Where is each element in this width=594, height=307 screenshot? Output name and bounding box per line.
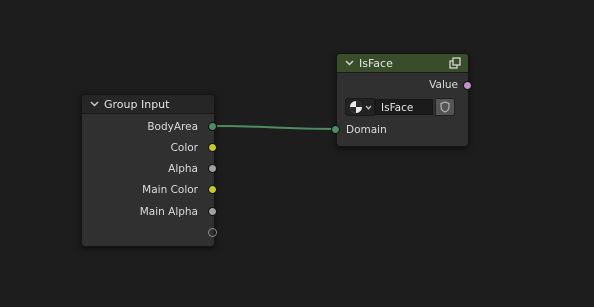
float-socket[interactable] — [208, 164, 217, 173]
output-label-main-alpha: Main Alpha — [139, 206, 198, 218]
output-label-bodyarea: BodyArea — [147, 121, 198, 133]
geometry-socket[interactable] — [331, 125, 340, 134]
string-socket[interactable] — [463, 81, 472, 90]
output-label-main-color: Main Color — [142, 184, 198, 196]
isface-node[interactable]: IsFace Value IsFace Domain — [336, 53, 469, 147]
node-group-icon[interactable] — [448, 56, 462, 70]
output-label-value: Value — [429, 79, 458, 91]
link-bodyarea-to-domain[interactable] — [212, 125, 336, 130]
group-input-node[interactable]: Group Input BodyArea Color Alpha Main Co… — [81, 94, 215, 247]
color-socket[interactable] — [208, 185, 217, 194]
attribute-name-field[interactable]: IsFace — [375, 99, 433, 115]
chevron-down-icon[interactable] — [343, 57, 355, 69]
color-socket[interactable] — [208, 143, 217, 152]
attribute-type-icon — [349, 101, 362, 113]
shield-icon — [440, 101, 450, 113]
node-title: Group Input — [104, 97, 170, 111]
group-input-header[interactable]: Group Input — [82, 95, 214, 114]
attribute-type-dropdown[interactable] — [345, 98, 375, 116]
attribute-field: IsFace — [345, 98, 455, 116]
fake-user-button[interactable] — [435, 98, 455, 116]
isface-header[interactable]: IsFace — [337, 54, 468, 73]
geometry-socket[interactable] — [208, 122, 217, 131]
float-socket[interactable] — [208, 207, 217, 216]
output-label-color: Color — [170, 142, 198, 154]
chevron-down-icon[interactable] — [88, 98, 100, 110]
input-label-domain: Domain — [346, 124, 387, 136]
chevron-down-icon — [365, 105, 371, 110]
node-title: IsFace — [359, 56, 393, 70]
virtual-socket[interactable] — [208, 228, 217, 237]
output-label-alpha: Alpha — [168, 163, 198, 175]
node-editor-canvas[interactable]: Group Input BodyArea Color Alpha Main Co… — [0, 0, 594, 307]
